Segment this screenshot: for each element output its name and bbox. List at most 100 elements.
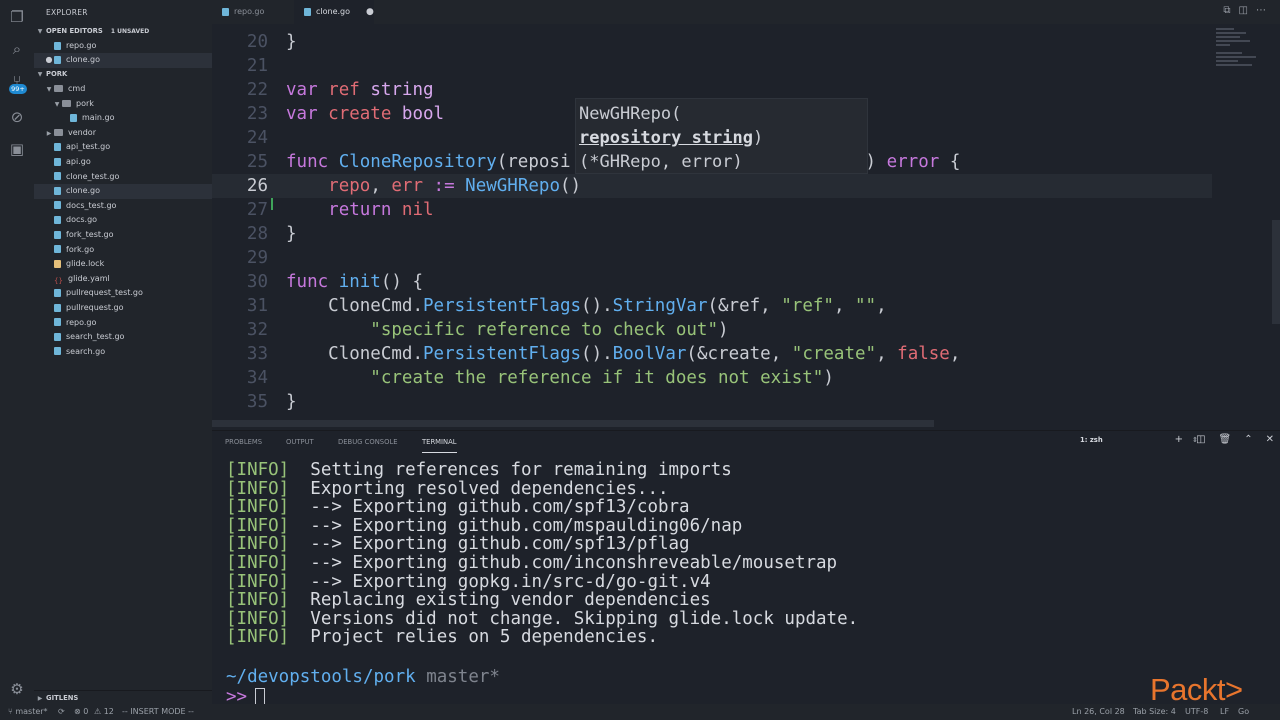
new-terminal-icon[interactable]: + [1175,434,1183,445]
settings-gear-icon[interactable]: ⚙ [6,678,28,700]
sync-icon[interactable]: ⟳ [58,704,65,720]
tree-file[interactable]: fork_test.go [34,228,212,243]
gitlens-header[interactable]: ▶ GITLENS [34,690,212,704]
parameter-hint-popup: NewGHRepo( repository string) (*GHRepo, … [575,98,868,174]
tree-file[interactable]: clone.go [34,184,212,199]
search-icon[interactable]: ⌕ [6,38,28,60]
tree-file[interactable]: glide.lock [34,257,212,272]
terminal-line: [INFO] Exporting resolved dependencies..… [226,478,669,499]
code-line[interactable]: 34 "create the reference if it does not … [212,366,1212,390]
tree-file[interactable]: fork.go [34,243,212,258]
bottom-panel: PROBLEMS OUTPUT DEBUG CONSOLE TERMINAL 1… [212,430,1280,707]
tab-clone-go[interactable]: clone.go ● [294,0,374,24]
errors-count[interactable]: ⊗ 0 [74,704,88,720]
unsaved-dot-icon[interactable]: ● [44,53,54,68]
open-editor-item[interactable]: ● clone.go [34,53,212,68]
tab-output[interactable]: OUTPUT [286,431,314,453]
minimap[interactable] [1212,24,1272,428]
terminal-line: [INFO] --> Exporting github.com/spf13/pf… [226,534,690,555]
code-line[interactable]: 21 [212,54,1212,78]
line-number: 26 [246,176,268,196]
caret-right-icon: ▶ [46,129,52,137]
tree-file[interactable]: pullrequest_test.go [34,286,212,301]
code-line[interactable]: 31 CloneCmd.PersistentFlags().StringVar(… [212,294,1212,318]
tree-file[interactable]: search_test.go [34,330,212,345]
line-number: 29 [246,248,268,268]
go-file-icon [54,41,61,50]
close-panel-icon[interactable]: ✕ [1266,434,1274,445]
warnings-count[interactable]: ⚠ 12 [94,704,114,720]
editor-horizontal-scrollbar[interactable] [212,420,934,427]
prompt-branch: master* [415,667,500,687]
code-editor[interactable]: 20} 21 22 var ref string 23 var create bool 24… [212,24,1212,428]
extensions-icon[interactable]: ▣ [6,138,28,160]
code-text: } [286,224,297,244]
go-file-icon [70,113,77,122]
split-editor-icon[interactable]: ◫ [1239,5,1256,16]
tree-file[interactable]: docs_test.go [34,199,212,214]
editor-tabs: repo.go clone.go ● ⧉◫⋯ [212,0,1280,24]
code-line[interactable]: 28} [212,222,1212,246]
terminal-line: [INFO] Versions did not change. Skipping… [226,608,859,629]
cursor-position[interactable]: Ln 26, Col 28 [1072,704,1125,720]
open-editors-header[interactable]: ▼ OPEN EDITORS 1 UNSAVED [34,24,212,38]
more-actions-icon[interactable]: ⋯ [1256,5,1274,16]
scrollbar-thumb[interactable] [1272,220,1280,324]
code-line[interactable]: 20} [212,30,1212,54]
activity-bar: ❐ ⌕ ⑂ 99+ ⊘ ▣ ⚙ [0,0,34,704]
tree-file[interactable]: api.go [34,155,212,170]
line-number: 20 [246,32,268,52]
line-number: 22 [246,80,268,100]
line-number: 21 [246,56,268,76]
line-number: 33 [246,344,268,364]
debug-icon[interactable]: ⊘ [6,106,28,128]
code-line[interactable]: 26 repo, err := NewGHRepo() [212,174,1212,198]
tree-file[interactable]: clone_test.go [34,170,212,185]
tab-repo-go[interactable]: repo.go [212,0,294,24]
tree-file[interactable]: pullrequest.go [34,301,212,316]
code-line[interactable]: 33 CloneCmd.PersistentFlags().BoolVar(&c… [212,342,1212,366]
terminal-line: [INFO] Project relies on 5 dependencies. [226,627,658,648]
go-file-icon [54,230,61,239]
trash-icon[interactable]: 🗑 [1219,434,1232,445]
open-changes-icon[interactable]: ⧉ [1223,5,1238,16]
terminal-line: [INFO] Setting references for remaining … [226,460,732,480]
split-terminal-icon[interactable]: ◫ [1196,434,1205,445]
tab-problems[interactable]: PROBLEMS [225,431,262,453]
hint-signature: NewGHRepo( [579,104,682,124]
tab-debug-console[interactable]: DEBUG CONSOLE [338,431,398,453]
code-text: func init() { [286,272,423,292]
terminal-output[interactable]: [INFO] Setting references for remaining … [226,460,1266,707]
caret-down-icon: ▼ [46,86,52,93]
tree-folder[interactable]: ▼ cmd [34,82,212,97]
code-line[interactable]: 30 func init() { [212,270,1212,294]
go-file-icon [54,215,61,224]
hint-returns: (*GHRepo, error) [579,152,743,172]
tree-file[interactable]: main.go [34,111,212,126]
go-file-icon [54,201,61,210]
line-number: 30 [246,272,268,292]
code-line[interactable]: 27 return nil [212,198,1212,222]
tree-folder[interactable]: ▼ pork [34,97,212,112]
code-line[interactable]: 32 "specific reference to check out") [212,318,1212,342]
lock-file-icon [54,259,61,268]
tree-folder[interactable]: ▶ vendor [34,126,212,141]
code-line[interactable]: 29 [212,246,1212,270]
tree-file[interactable]: search.go [34,345,212,360]
files-icon[interactable]: ❐ [6,6,28,28]
folder-icon [54,128,63,136]
modified-dot-icon[interactable]: ● [366,7,374,17]
tree-file[interactable]: api_test.go [34,140,212,155]
editor-scrollbar[interactable] [1270,24,1280,428]
tree-file[interactable]: repo.go [34,316,212,331]
tree-file[interactable]: {} glide.yaml [34,272,212,287]
panel-actions: + ◫ 🗑 ⌃ ✕ [1162,434,1274,445]
maximize-panel-icon[interactable]: ⌃ [1244,434,1252,445]
caret-down-icon: ▼ [37,71,43,78]
project-header[interactable]: ▼ PORK [34,67,212,81]
open-editor-item[interactable]: repo.go [34,39,212,54]
code-line[interactable]: 35} [212,390,1212,414]
git-branch[interactable]: ⑂ master* [8,704,48,720]
tree-file[interactable]: docs.go [34,213,212,228]
tab-terminal[interactable]: TERMINAL [422,431,457,453]
